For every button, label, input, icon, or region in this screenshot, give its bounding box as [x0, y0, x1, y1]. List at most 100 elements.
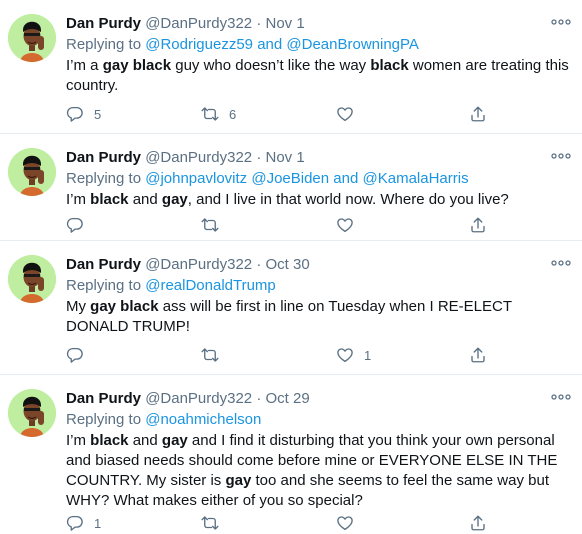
- heart-icon: [337, 218, 353, 233]
- text-segment: I’m: [66, 191, 91, 208]
- text-bold: black: [90, 191, 129, 208]
- mention-link[interactable]: @Rodriguezz59: [145, 36, 253, 53]
- mention-link[interactable]: @KamalaHarris: [363, 170, 469, 187]
- mention-and: and: [257, 36, 283, 53]
- user-handle[interactable]: @DanPurdy322: [145, 256, 252, 273]
- more-options-icon[interactable]: [550, 150, 572, 162]
- replying-prefix: Replying to: [66, 170, 146, 187]
- replying-to: Replying to @realDonaldTrump: [66, 276, 572, 296]
- avatar[interactable]: [8, 14, 56, 62]
- mention-link[interactable]: @JoeBiden: [251, 170, 329, 187]
- text-segment: I’m a: [66, 57, 103, 74]
- tweet[interactable]: Dan Purdy @DanPurdy322 · Nov 1 Replying …: [0, 134, 582, 241]
- text-segment: and: [128, 191, 162, 208]
- tweet-date[interactable]: Nov 1: [266, 15, 305, 32]
- replying-prefix: Replying to: [66, 411, 146, 428]
- tweet-date[interactable]: Oct 29: [266, 390, 310, 407]
- reply-button[interactable]: 1: [66, 513, 101, 533]
- user-handle[interactable]: @DanPurdy322: [145, 149, 252, 166]
- reply-button[interactable]: [66, 215, 94, 235]
- avatar[interactable]: [8, 389, 56, 437]
- share-button[interactable]: [469, 513, 487, 533]
- user-handle[interactable]: @DanPurdy322: [145, 15, 252, 32]
- tweet-content: Dan Purdy @DanPurdy322 · Nov 1 Replying …: [66, 148, 572, 210]
- reply-button[interactable]: 5: [66, 104, 101, 124]
- tweet-header: Dan Purdy @DanPurdy322 · Nov 1: [66, 148, 572, 168]
- mention-link[interactable]: @DeanBrowningPA: [286, 36, 419, 53]
- text-segment: and: [128, 432, 162, 449]
- tweet-content: Dan Purdy @DanPurdy322 · Oct 30 Replying…: [66, 255, 572, 337]
- heart-icon: [337, 107, 353, 122]
- display-name[interactable]: Dan Purdy: [66, 390, 141, 407]
- reply-icon: [66, 217, 83, 233]
- display-name[interactable]: Dan Purdy: [66, 15, 141, 32]
- tweet-text: I’m a gay black guy who doesn’t like the…: [66, 56, 572, 96]
- replying-to: Replying to @noahmichelson: [66, 410, 572, 430]
- replying-prefix: Replying to: [66, 277, 146, 294]
- reply-count: 1: [94, 515, 102, 531]
- memoji-avatar-icon: [8, 389, 56, 437]
- tweet-actions: 1: [66, 345, 506, 365]
- tweet-content: Dan Purdy @DanPurdy322 · Oct 29 Replying…: [66, 389, 572, 511]
- tweet-date[interactable]: Oct 30: [266, 256, 310, 273]
- more-options-icon[interactable]: [550, 391, 572, 403]
- memoji-avatar-icon: [8, 14, 56, 62]
- retweet-icon: [201, 218, 219, 232]
- tweet-date[interactable]: Nov 1: [266, 149, 305, 166]
- text-bold: gay: [161, 432, 188, 449]
- memoji-avatar-icon: [8, 148, 56, 196]
- reply-count: 5: [94, 106, 102, 122]
- share-icon: [471, 347, 485, 363]
- avatar[interactable]: [8, 255, 56, 303]
- like-button[interactable]: [336, 215, 364, 235]
- replying-to: Replying to @Rodriguezz59 and @DeanBrown…: [66, 35, 572, 55]
- share-icon: [471, 106, 485, 122]
- share-icon: [471, 217, 485, 233]
- mention-link[interactable]: @realDonaldTrump: [145, 277, 276, 294]
- tweet-actions: 1: [66, 513, 506, 533]
- tweet[interactable]: Dan Purdy @DanPurdy322 · Nov 1 Replying …: [0, 0, 582, 134]
- avatar[interactable]: [8, 148, 56, 196]
- like-button[interactable]: [336, 513, 364, 533]
- memoji-avatar-icon: [8, 255, 56, 303]
- mention-link[interactable]: @johnpavlovitz: [145, 170, 247, 187]
- display-name[interactable]: Dan Purdy: [66, 149, 141, 166]
- text-bold: black: [90, 432, 129, 449]
- retweet-button[interactable]: [201, 215, 229, 235]
- tweet-text: I’m black and gay and I find it disturbi…: [66, 431, 572, 511]
- share-button[interactable]: [469, 104, 487, 124]
- reply-icon: [66, 515, 83, 531]
- reply-icon: [66, 106, 83, 122]
- reply-button[interactable]: [66, 345, 94, 365]
- text-segment: , and I live in that world now. Where do…: [187, 191, 509, 208]
- tweet-actions: 5 6: [66, 104, 506, 124]
- more-options-icon[interactable]: [550, 257, 572, 269]
- replying-to: Replying to @johnpavlovitz @JoeBiden and…: [66, 169, 572, 189]
- tweet[interactable]: Dan Purdy @DanPurdy322 · Oct 29 Replying…: [0, 375, 582, 534]
- user-handle[interactable]: @DanPurdy322: [145, 390, 252, 407]
- like-button[interactable]: [336, 104, 364, 124]
- like-count: 1: [364, 347, 372, 363]
- separator: ·: [256, 256, 262, 273]
- more-options-icon[interactable]: [550, 16, 572, 28]
- separator: ·: [256, 149, 262, 166]
- text-bold: gay: [225, 472, 252, 489]
- tweet-text: My gay black ass will be first in line o…: [66, 297, 572, 337]
- retweet-button[interactable]: [201, 345, 229, 365]
- share-icon: [471, 515, 485, 531]
- reply-icon: [66, 347, 83, 363]
- retweet-button[interactable]: [201, 513, 229, 533]
- retweet-button[interactable]: 6: [201, 104, 236, 124]
- replying-prefix: Replying to: [66, 36, 146, 53]
- tweet-content: Dan Purdy @DanPurdy322 · Nov 1 Replying …: [66, 14, 572, 96]
- retweet-icon: [201, 348, 219, 362]
- like-button[interactable]: 1: [336, 345, 371, 365]
- share-button[interactable]: [469, 215, 487, 235]
- share-button[interactable]: [469, 345, 487, 365]
- mention-link[interactable]: @noahmichelson: [145, 411, 261, 428]
- tweet-actions: [66, 215, 506, 235]
- retweet-count: 6: [229, 106, 237, 122]
- display-name[interactable]: Dan Purdy: [66, 256, 141, 273]
- tweet[interactable]: Dan Purdy @DanPurdy322 · Oct 30 Replying…: [0, 241, 582, 375]
- mention-and: and: [333, 170, 359, 187]
